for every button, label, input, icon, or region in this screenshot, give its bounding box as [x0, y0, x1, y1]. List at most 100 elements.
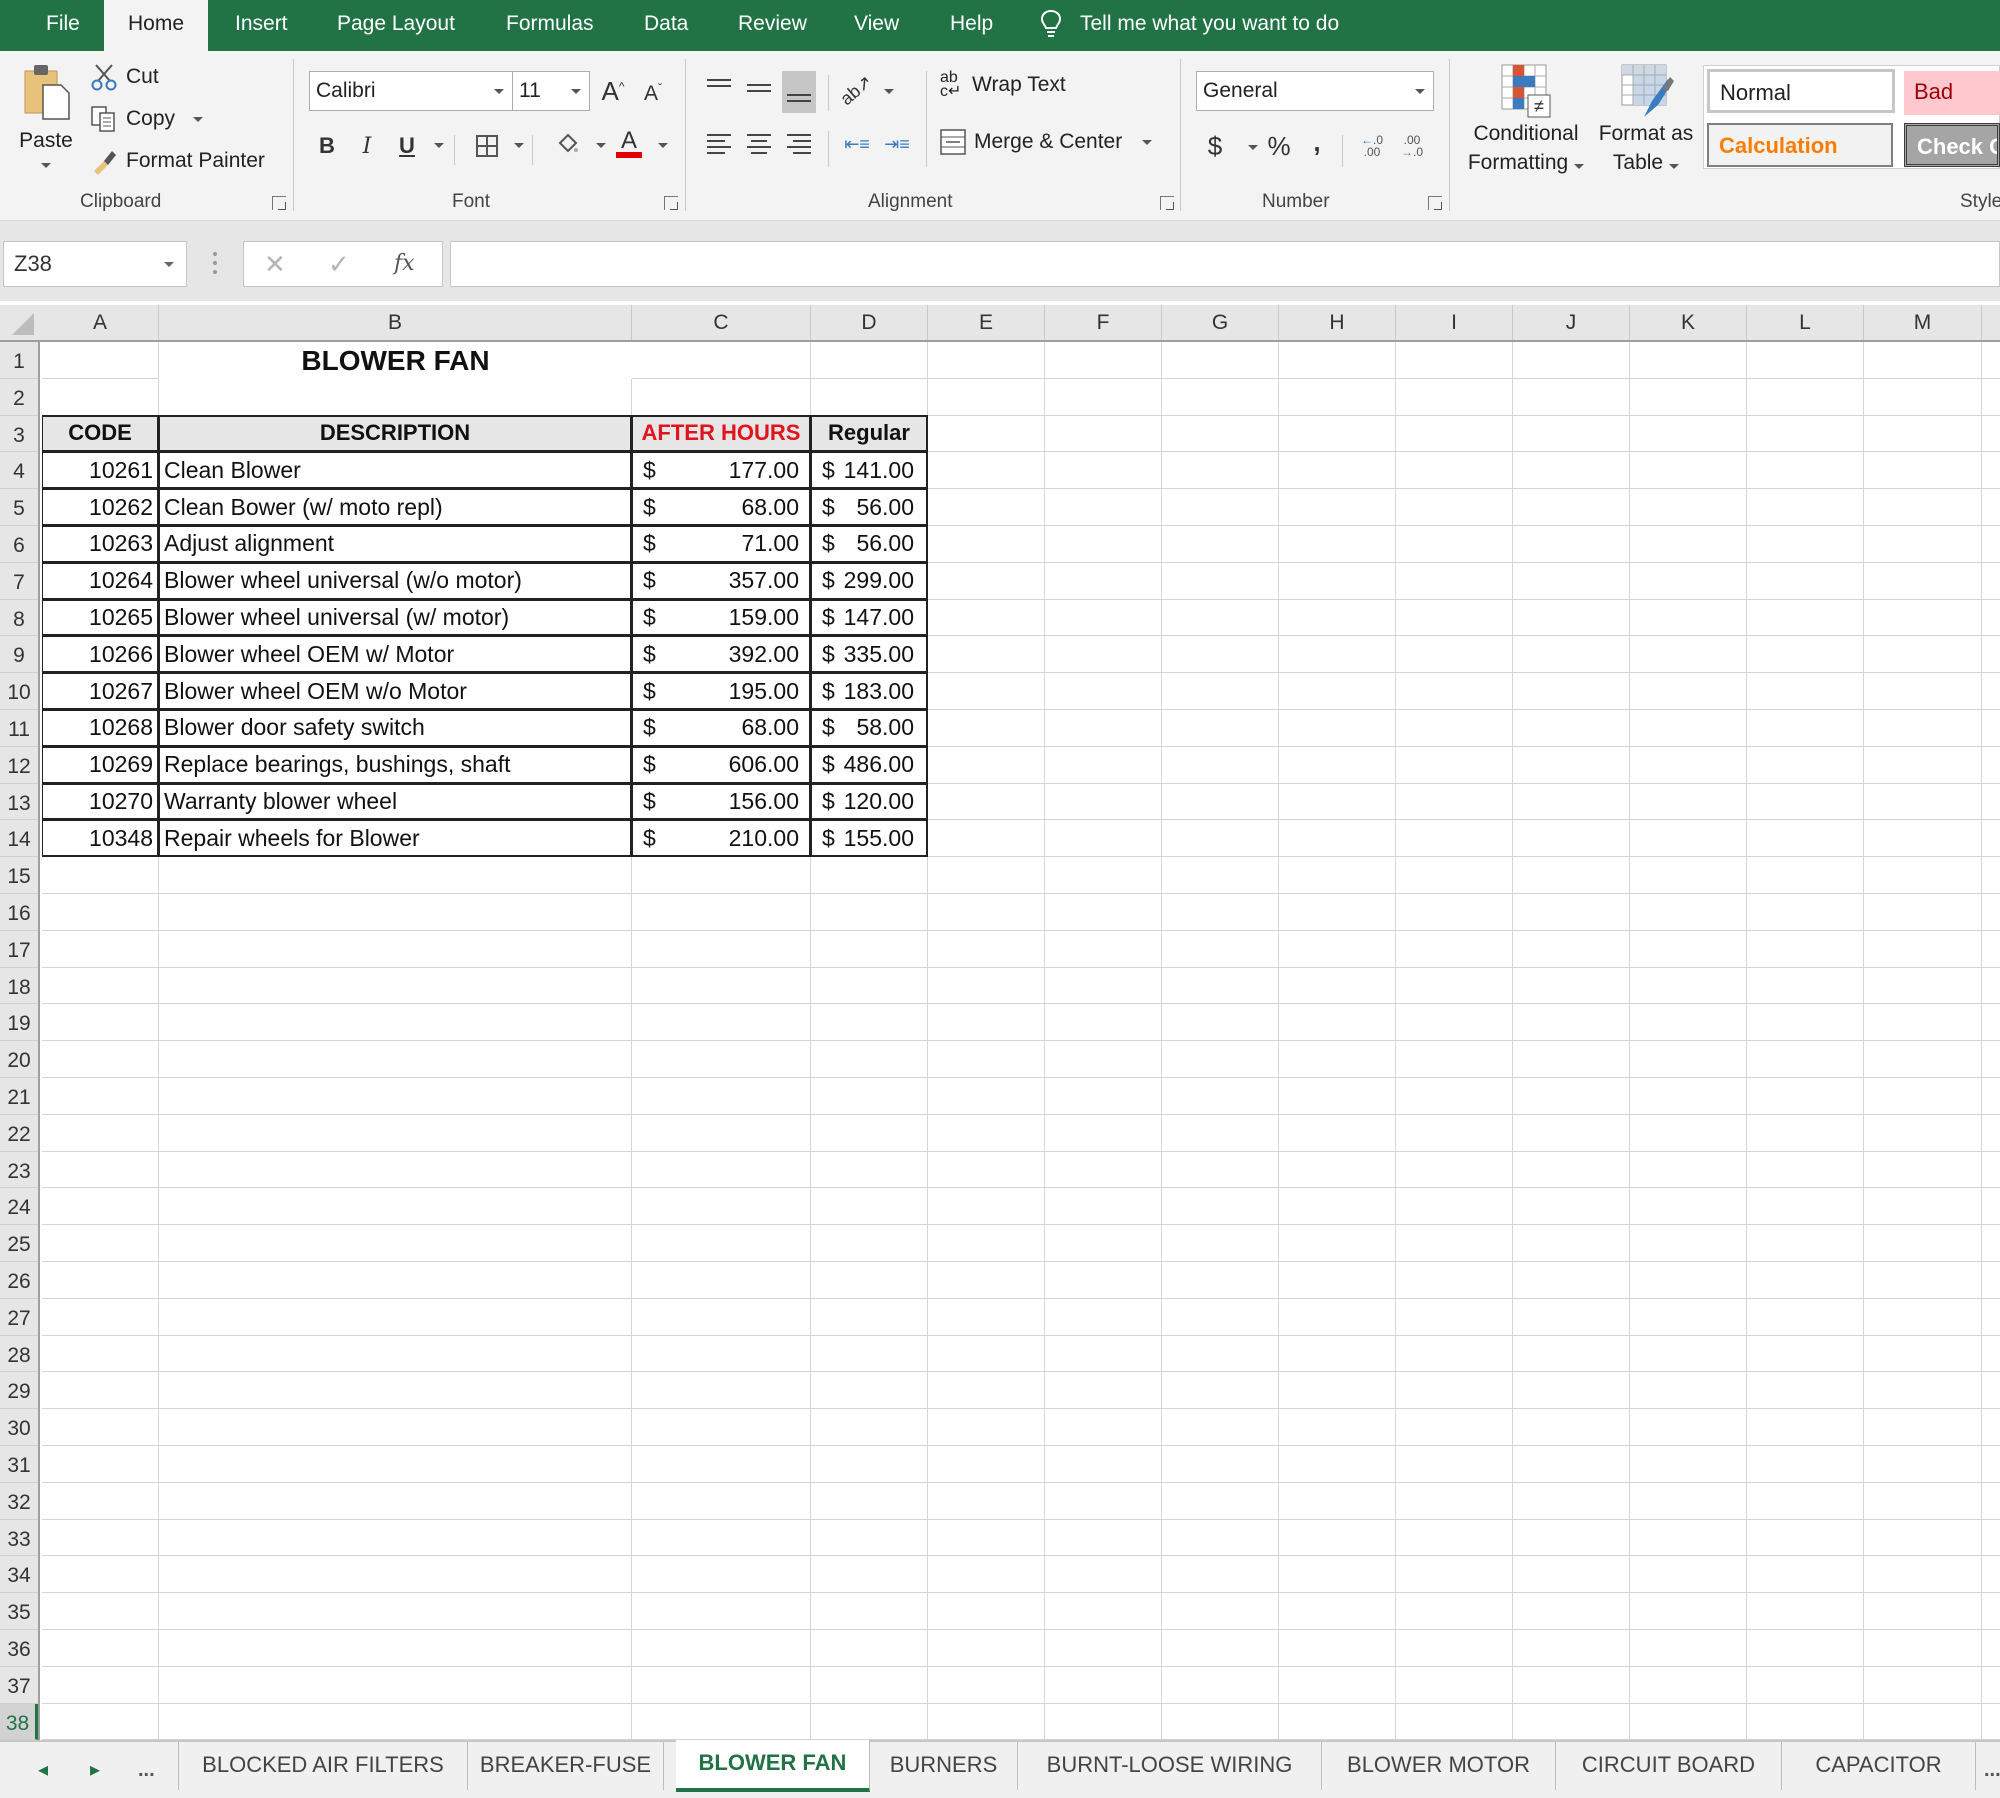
cell-description[interactable]: Blower wheel universal (w/ motor) [158, 598, 632, 637]
sheet-tab-blocked-air-filters[interactable]: BLOCKED AIR FILTERS [178, 1742, 468, 1790]
style-check-cell[interactable]: Check C [1904, 123, 2000, 167]
row-header-22[interactable]: 22 [0, 1115, 38, 1152]
row-header-12[interactable]: 12 [0, 747, 38, 784]
cell-after-hours[interactable]: $606.00 [631, 745, 811, 784]
row-header-6[interactable]: 6 [0, 526, 38, 563]
number-format-dropdown-icon[interactable] [1415, 89, 1425, 94]
row-header-38[interactable]: 38 [0, 1703, 38, 1741]
row-header-19[interactable]: 19 [0, 1004, 38, 1042]
row-header-14[interactable]: 14 [0, 820, 38, 858]
column-header-m[interactable]: M [1864, 305, 1982, 340]
row-header-31[interactable]: 31 [0, 1446, 38, 1483]
column-header-d[interactable]: D [811, 305, 928, 340]
cell-after-hours[interactable]: $392.00 [631, 635, 811, 674]
borders-dropdown-icon[interactable] [514, 143, 524, 148]
tab-data[interactable]: Data [620, 0, 712, 51]
cell-after-hours[interactable]: $71.00 [631, 525, 811, 563]
sheet-tab-circuit-board[interactable]: CIRCUIT BOARD [1556, 1742, 1782, 1790]
conditional-formatting-button[interactable]: ≠ Conditional Formatting [1466, 63, 1586, 177]
cell-code[interactable]: 10348 [42, 819, 159, 858]
prev-sheet-button[interactable]: ◂ [38, 1752, 48, 1788]
cell-code[interactable]: 10264 [42, 561, 159, 600]
tab-help[interactable]: Help [926, 0, 1017, 51]
formula-input[interactable] [450, 241, 2000, 287]
row-header-35[interactable]: 35 [0, 1593, 38, 1630]
row-header-13[interactable]: 13 [0, 784, 38, 821]
cell-regular[interactable]: $141.00 [810, 451, 928, 490]
cell-code[interactable]: 10268 [42, 709, 159, 747]
tab-file[interactable]: File [22, 0, 104, 51]
font-dialog-launcher-icon[interactable] [664, 196, 678, 210]
row-header-28[interactable]: 28 [0, 1336, 38, 1373]
row-header-30[interactable]: 30 [0, 1409, 38, 1446]
fill-color-button[interactable] [550, 129, 584, 163]
cell-regular[interactable]: $58.00 [810, 709, 928, 747]
more-sheets-right-button[interactable]: ... [1984, 1752, 2000, 1788]
row-header-16[interactable]: 16 [0, 894, 38, 931]
cell-regular[interactable]: $299.00 [810, 561, 928, 600]
cell-code[interactable]: 10262 [42, 488, 159, 526]
sheet-tab-breaker-fuse[interactable]: BREAKER-FUSE [468, 1742, 664, 1790]
column-header-g[interactable]: G [1162, 305, 1279, 340]
cell-regular[interactable]: $120.00 [810, 782, 928, 821]
column-header-i[interactable]: I [1396, 305, 1513, 340]
cell-after-hours[interactable]: $68.00 [631, 709, 811, 747]
style-bad[interactable]: Bad [1904, 71, 2000, 115]
cell-description[interactable]: Blower wheel universal (w/o motor) [158, 561, 632, 600]
cell-regular[interactable]: $183.00 [810, 672, 928, 710]
tab-formulas[interactable]: Formulas [482, 0, 618, 51]
font-name-dropdown-icon[interactable] [494, 89, 504, 94]
row-header-26[interactable]: 26 [0, 1262, 38, 1299]
font-size-combo[interactable]: 11 [512, 71, 590, 111]
column-header-a[interactable]: A [42, 305, 159, 340]
cell-description[interactable]: Replace bearings, bushings, shaft [158, 745, 632, 784]
cell-after-hours[interactable]: $177.00 [631, 451, 811, 490]
column-header-b[interactable]: B [159, 305, 632, 340]
cell-regular[interactable]: $486.00 [810, 745, 928, 784]
cell-after-hours[interactable]: $210.00 [631, 819, 811, 858]
font-color-button[interactable]: A [612, 127, 646, 161]
bottom-align-button[interactable] [782, 71, 816, 113]
row-header-21[interactable]: 21 [0, 1078, 38, 1115]
insert-function-icon[interactable]: fx [394, 242, 415, 286]
row-header-1[interactable]: 1 [0, 342, 38, 379]
header-code[interactable]: CODE [42, 414, 159, 453]
header-after-hours[interactable]: AFTER HOURS [631, 414, 811, 453]
sheet-tab-blower-fan[interactable]: BLOWER FAN [676, 1740, 870, 1792]
orientation-button[interactable]: ab↗ [837, 71, 877, 109]
row-header-5[interactable]: 5 [0, 489, 38, 526]
bold-button[interactable]: B [310, 129, 344, 163]
wrap-text-button[interactable]: ab c↵ Wrap Text [940, 70, 1066, 100]
column-header-j[interactable]: J [1513, 305, 1630, 340]
font-color-dropdown-icon[interactable] [658, 143, 668, 148]
row-header-3[interactable]: 3 [0, 416, 38, 453]
sheet-title[interactable]: BLOWER FAN [159, 342, 632, 379]
copy-button[interactable]: Copy [90, 105, 204, 133]
style-calculation[interactable]: Calculation [1707, 123, 1893, 167]
cell-code[interactable]: 10265 [42, 598, 159, 637]
merge-center-button[interactable]: Merge & Center [940, 129, 1153, 155]
paste-button[interactable]: Paste [16, 61, 76, 168]
row-header-24[interactable]: 24 [0, 1188, 38, 1226]
cell-description[interactable]: Blower wheel OEM w/ Motor [158, 635, 632, 674]
cell-description[interactable]: Warranty blower wheel [158, 782, 632, 821]
row-header-27[interactable]: 27 [0, 1299, 38, 1336]
number-dialog-launcher-icon[interactable] [1428, 196, 1442, 210]
style-normal[interactable]: Normal [1707, 69, 1895, 113]
row-header-9[interactable]: 9 [0, 636, 38, 674]
percent-button[interactable]: % [1262, 129, 1296, 163]
row-header-20[interactable]: 20 [0, 1041, 38, 1078]
orientation-dropdown-icon[interactable] [884, 89, 894, 94]
format-painter-button[interactable]: Format Painter [90, 147, 265, 175]
number-format-combo[interactable]: General [1196, 71, 1434, 111]
row-header-4[interactable]: 4 [0, 452, 38, 490]
tab-home[interactable]: Home [104, 0, 209, 51]
cell-code[interactable]: 10263 [42, 525, 159, 563]
column-header-h[interactable]: H [1279, 305, 1396, 340]
row-header-34[interactable]: 34 [0, 1556, 38, 1594]
next-sheet-button[interactable]: ▸ [90, 1752, 100, 1788]
sheet-tab-burnt-loose-wiring[interactable]: BURNT-LOOSE WIRING [1018, 1742, 1322, 1790]
cell-code[interactable]: 10269 [42, 745, 159, 784]
row-header-7[interactable]: 7 [0, 563, 38, 600]
row-header-32[interactable]: 32 [0, 1483, 38, 1520]
